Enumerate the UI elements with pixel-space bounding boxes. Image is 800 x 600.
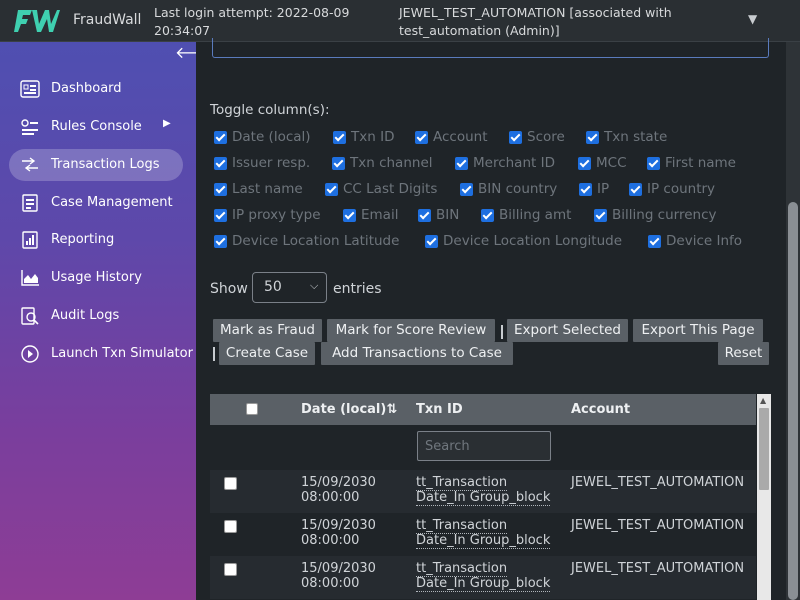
- sidebar-item-transaction-logs[interactable]: Transaction Logs: [9, 149, 183, 181]
- entries-label: entries: [333, 281, 382, 297]
- column-header-txn-id[interactable]: Txn ID: [416, 402, 463, 417]
- dashboard-icon: [20, 80, 40, 98]
- report-icon: [22, 231, 38, 249]
- main-content: Toggle column(s): Date (local) Txn ID Ac…: [196, 38, 786, 600]
- table-row[interactable]: 15/09/2030 08:00:00 tt_Transaction Date_In…: [210, 556, 756, 599]
- date-cell: 15/09/2030 08:00:00: [301, 561, 376, 591]
- txn-id-search-input[interactable]: Search: [417, 431, 551, 461]
- fraudwall-logo[interactable]: [14, 7, 60, 35]
- checkbox[interactable]: [579, 183, 592, 196]
- checkbox[interactable]: [332, 157, 345, 170]
- checkbox[interactable]: [325, 183, 338, 196]
- checkbox[interactable]: [648, 235, 661, 248]
- usage-chart-icon: [21, 270, 39, 286]
- select-all-checkbox[interactable]: [246, 403, 258, 415]
- toggle-columns-title: Toggle column(s):: [210, 102, 330, 118]
- sidebar-item-reporting[interactable]: Reporting: [9, 224, 183, 256]
- column-header-account[interactable]: Account: [571, 402, 630, 417]
- checkbox[interactable]: [455, 157, 468, 170]
- txn-id-cell[interactable]: tt_Transaction Date_In Group_block: [416, 475, 551, 506]
- checkbox[interactable]: [586, 131, 599, 144]
- account-cell: JEWEL_TEST_AUTOMATION: [571, 518, 745, 533]
- table-scrollbar[interactable]: ▲: [757, 394, 771, 600]
- table-row[interactable]: 15/09/2030 08:00:00 tt_Transaction Date_In…: [210, 470, 756, 513]
- row-checkbox[interactable]: [224, 477, 237, 490]
- export-this-page-button[interactable]: Export This Page: [633, 319, 763, 342]
- case-icon: [22, 194, 38, 212]
- sort-icon[interactable]: ⇅: [386, 402, 397, 417]
- entries-select[interactable]: 50 ⌵: [252, 272, 327, 303]
- checkbox[interactable]: [647, 157, 660, 170]
- top-bar: FraudWall Last login attempt: 2022-08-09…: [0, 0, 800, 42]
- checkbox[interactable]: [509, 131, 522, 144]
- sidebar-item-launch-txn-simulator[interactable]: Launch Txn Simulator: [9, 338, 193, 370]
- checkbox[interactable]: [481, 209, 494, 222]
- account-cell: JEWEL_TEST_AUTOMATION: [571, 561, 745, 576]
- add-transactions-to-case-button[interactable]: Add Transactions to Case: [321, 342, 513, 365]
- checkbox[interactable]: [343, 209, 356, 222]
- checkbox[interactable]: [629, 183, 642, 196]
- row-checkbox[interactable]: [224, 563, 237, 576]
- brand-name: FraudWall: [73, 12, 142, 28]
- page-scrollbar[interactable]: [786, 42, 800, 600]
- last-login-info: Last login attempt: 2022-08-09 20:34:07: [154, 5, 350, 38]
- rules-icon: [21, 119, 38, 135]
- date-cell: 15/09/2030 08:00:00: [301, 475, 376, 505]
- export-selected-button[interactable]: Export Selected: [507, 319, 628, 342]
- scrollbar-thumb[interactable]: [759, 408, 769, 490]
- checkbox[interactable]: [214, 183, 227, 196]
- audit-search-icon: [21, 307, 39, 325]
- scrollbar-thumb[interactable]: [788, 202, 798, 600]
- mark-as-fraud-button[interactable]: Mark as Fraud: [213, 319, 322, 342]
- filter-input[interactable]: [212, 38, 769, 58]
- checkbox[interactable]: [214, 131, 227, 144]
- checkbox[interactable]: [460, 183, 473, 196]
- mark-for-score-review-button[interactable]: Mark for Score Review: [327, 319, 495, 342]
- checkbox[interactable]: [214, 209, 227, 222]
- checkbox[interactable]: [415, 131, 428, 144]
- sidebar-item-case-management[interactable]: Case Management: [9, 187, 183, 219]
- sidebar: 🡐 Dashboard Rules Console ▶ Transaction …: [0, 42, 218, 600]
- caret-right-icon: ▶: [163, 118, 171, 129]
- checkbox[interactable]: [578, 157, 591, 170]
- caret-down-icon[interactable]: ▼: [748, 12, 757, 26]
- checkbox[interactable]: [214, 157, 227, 170]
- checkbox[interactable]: [214, 235, 227, 248]
- separator: [213, 347, 215, 361]
- column-header-date[interactable]: Date (local)⇅: [301, 402, 397, 417]
- txn-id-cell[interactable]: tt_Transaction Date_In Group_block: [416, 518, 551, 549]
- txn-id-cell[interactable]: tt_Transaction Date_In Group_block: [416, 561, 551, 592]
- sidebar-item-usage-history[interactable]: Usage History: [9, 262, 183, 294]
- reset-button[interactable]: Reset: [718, 342, 769, 365]
- create-case-button[interactable]: Create Case: [219, 342, 315, 365]
- date-cell: 15/09/2030 08:00:00: [301, 518, 376, 548]
- chevron-down-icon: ⌵: [310, 279, 319, 292]
- row-checkbox[interactable]: [224, 520, 237, 533]
- table-row[interactable]: 15/09/2030 08:00:00 tt_Transaction Date_In…: [210, 513, 756, 556]
- checkbox[interactable]: [594, 209, 607, 222]
- table-header: Date (local)⇅ Txn ID Account: [210, 394, 756, 425]
- sidebar-item-audit-logs[interactable]: Audit Logs: [9, 300, 183, 332]
- play-icon: [21, 345, 39, 363]
- separator: [501, 325, 503, 339]
- show-label: Show: [210, 281, 248, 297]
- transaction-logs-icon: [22, 157, 38, 172]
- checkbox[interactable]: [418, 209, 431, 222]
- sidebar-item-rules-console[interactable]: Rules Console ▶: [9, 111, 183, 143]
- account-cell: JEWEL_TEST_AUTOMATION: [571, 475, 745, 490]
- account-selector[interactable]: JEWEL_TEST_AUTOMATION [associated with t…: [399, 4, 719, 40]
- checkbox[interactable]: [425, 235, 438, 248]
- checkbox[interactable]: [333, 131, 346, 144]
- table-filter-row: Search: [210, 425, 756, 470]
- sidebar-item-dashboard[interactable]: Dashboard: [9, 73, 183, 105]
- scroll-up-icon[interactable]: ▲: [760, 396, 766, 405]
